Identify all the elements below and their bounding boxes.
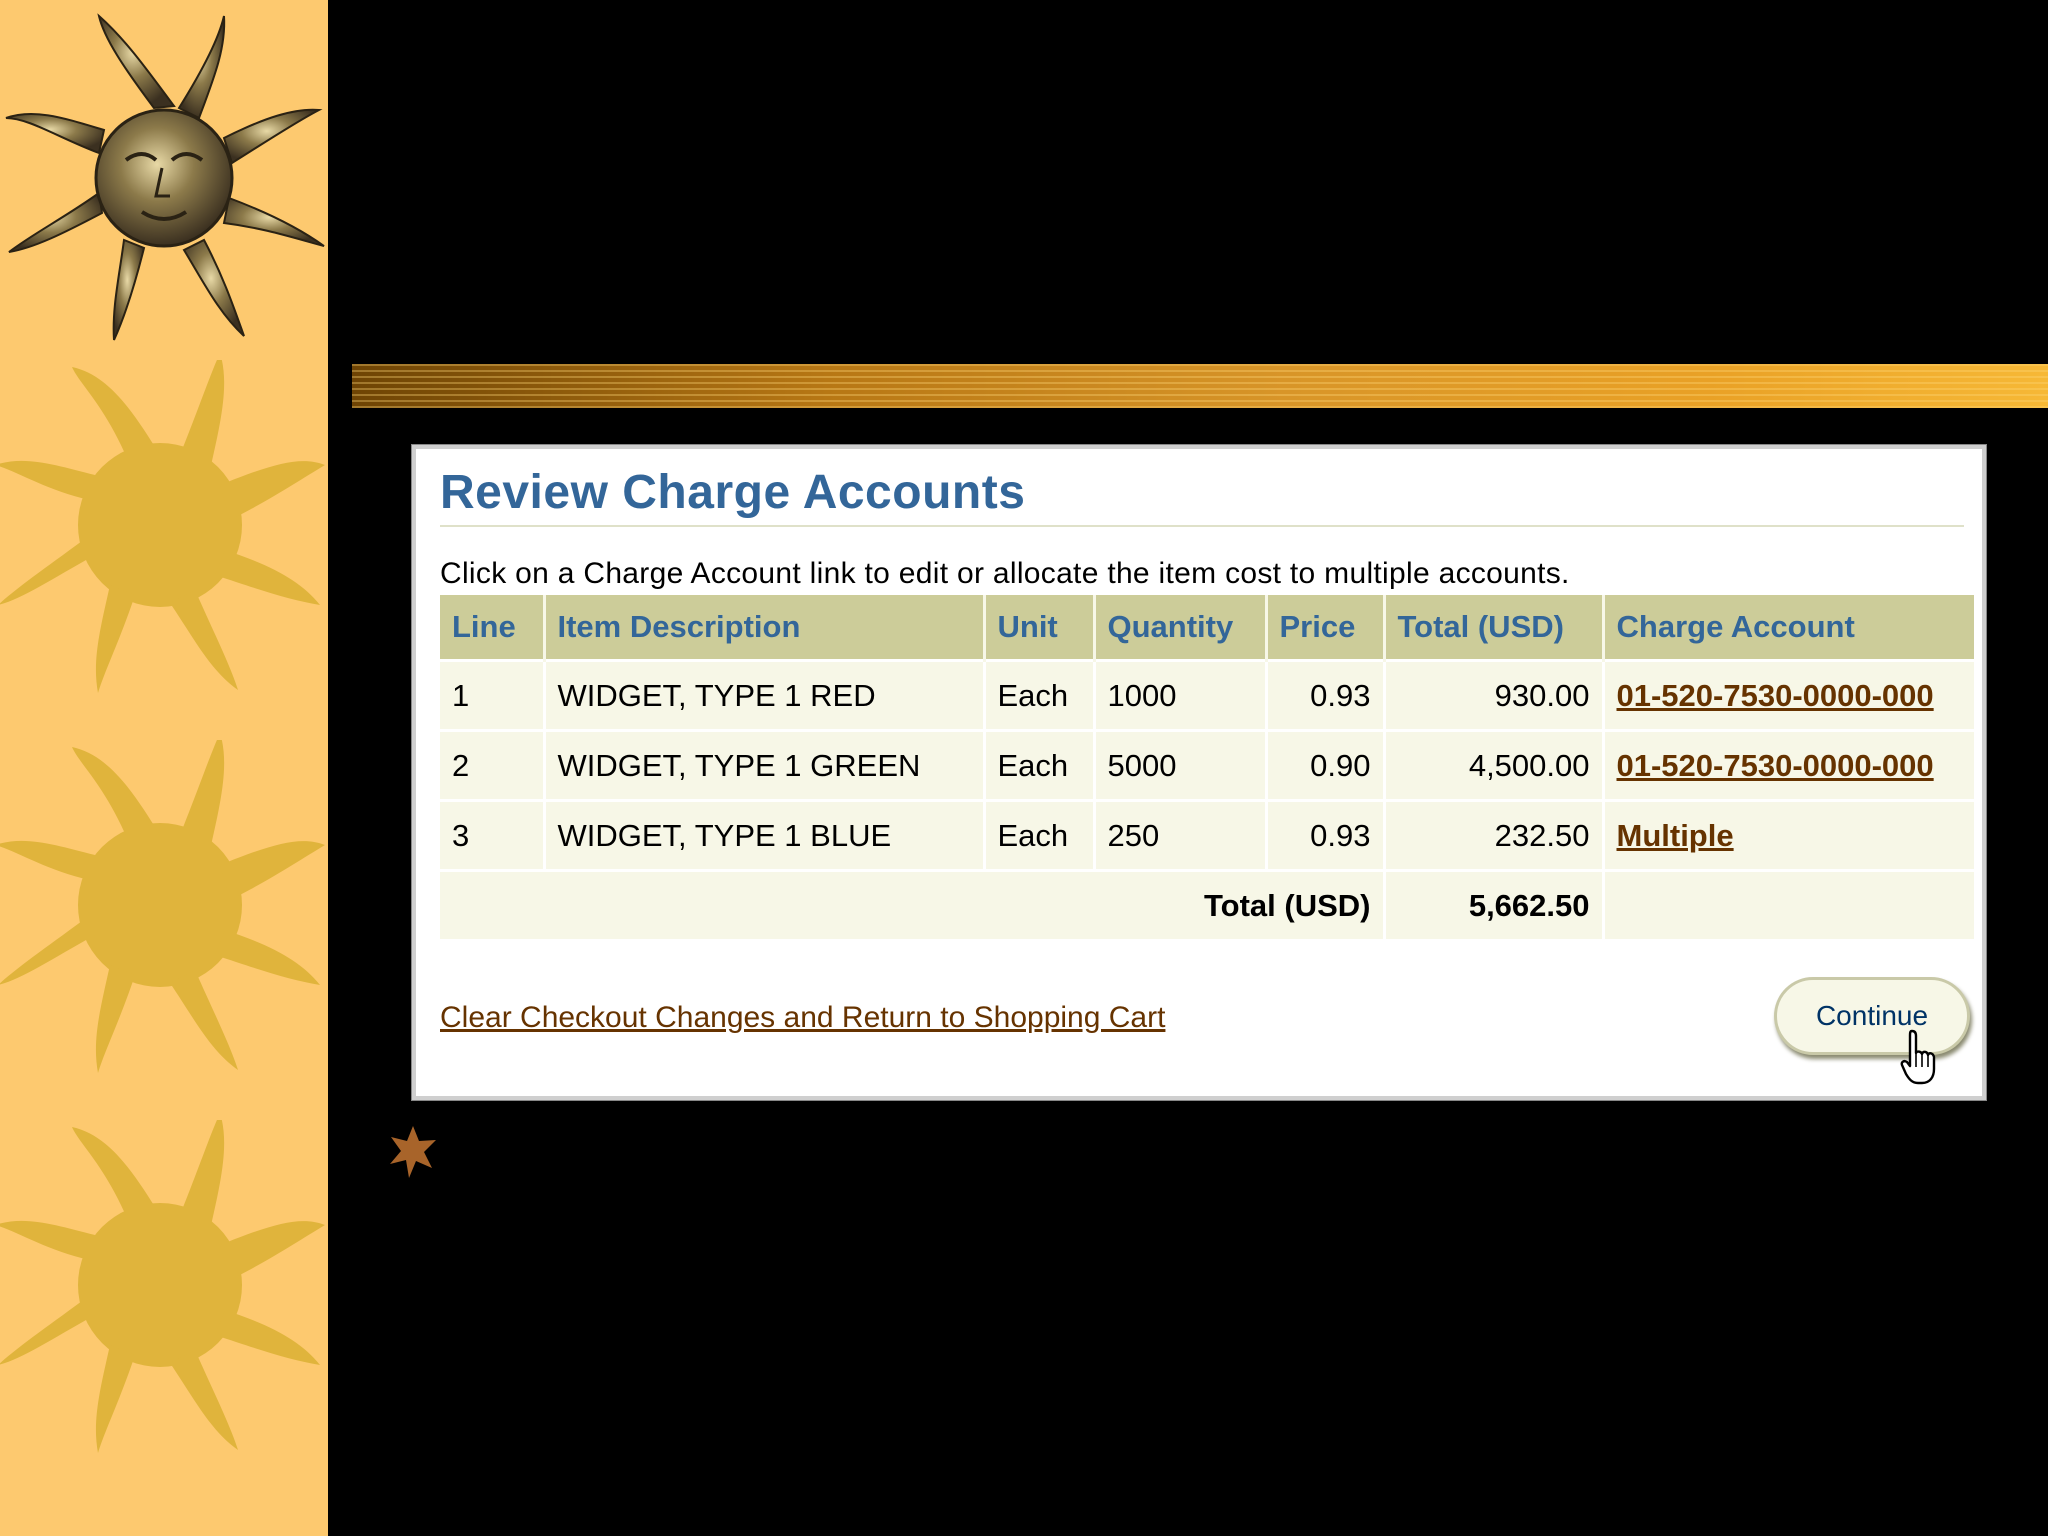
unit-cell: Each [984, 659, 1096, 731]
clear-checkout-link[interactable]: Clear Checkout Changes and Return to Sho… [440, 1001, 1165, 1035]
line-cell: 3 [440, 799, 546, 871]
unit-cell: Each [984, 729, 1096, 801]
title-divider [440, 525, 1964, 527]
quantity-cell: 250 [1094, 799, 1268, 871]
table-row: 1 WIDGET, TYPE 1 RED Each 1000 0.93 930.… [440, 659, 1974, 731]
sun-icon [0, 360, 328, 720]
charge-account-cell: Multiple [1603, 799, 1974, 871]
table-row: 2 WIDGET, TYPE 1 GREEN Each 5000 0.90 4,… [440, 729, 1974, 801]
column-header-line: Line [440, 595, 546, 661]
total-cell: 930.00 [1384, 659, 1605, 731]
column-header-quantity: Quantity [1094, 595, 1268, 661]
total-cell: 232.50 [1384, 799, 1605, 871]
charge-account-link[interactable]: 01-520-7530-0000-000 [1617, 748, 1934, 783]
line-cell: 2 [440, 729, 546, 801]
charge-account-cell: 01-520-7530-0000-000 [1603, 729, 1974, 801]
empty-cell [1603, 869, 1974, 939]
price-cell: 0.90 [1266, 729, 1386, 801]
column-header-price: Price [1266, 595, 1386, 661]
table-row: 3 WIDGET, TYPE 1 BLUE Each 250 0.93 232.… [440, 799, 1974, 871]
column-header-charge-account: Charge Account [1603, 595, 1974, 661]
column-header-unit: Unit [984, 595, 1096, 661]
continue-button[interactable]: Continue [1774, 977, 1970, 1055]
page-title: Review Charge Accounts [440, 466, 1026, 519]
decorative-sidebar [0, 0, 328, 1536]
slide-title-bar [352, 364, 2048, 408]
table-header-row: Line Item Description Unit Quantity Pric… [440, 595, 1974, 661]
quantity-cell: 5000 [1094, 729, 1268, 801]
column-header-total: Total (USD) [1384, 595, 1605, 661]
instructions-text: Click on a Charge Account link to edit o… [440, 557, 1570, 590]
description-cell: WIDGET, TYPE 1 GREEN [544, 729, 986, 801]
description-cell: WIDGET, TYPE 1 BLUE [544, 799, 986, 871]
line-cell: 1 [440, 659, 546, 731]
total-label: Total (USD) [440, 869, 1386, 939]
star-bullet-icon [390, 1126, 436, 1178]
charge-account-cell: 01-520-7530-0000-000 [1603, 659, 1974, 731]
charge-account-link[interactable]: 01-520-7530-0000-000 [1617, 678, 1934, 713]
sun-icon [0, 1120, 328, 1480]
charge-accounts-table: Line Item Description Unit Quantity Pric… [440, 595, 1974, 939]
unit-cell: Each [984, 799, 1096, 871]
description-cell: WIDGET, TYPE 1 RED [544, 659, 986, 731]
sun-icon [0, 740, 328, 1100]
sun-face-icon [0, 0, 328, 360]
total-value: 5,662.50 [1384, 869, 1605, 939]
hand-pointer-cursor [1900, 1029, 1936, 1085]
multiple-accounts-link[interactable]: Multiple [1617, 818, 1734, 853]
quantity-cell: 1000 [1094, 659, 1268, 731]
price-cell: 0.93 [1266, 799, 1386, 871]
total-row: Total (USD) 5,662.50 [440, 869, 1974, 939]
column-header-item-description: Item Description [544, 595, 986, 661]
total-cell: 4,500.00 [1384, 729, 1605, 801]
price-cell: 0.93 [1266, 659, 1386, 731]
review-charge-accounts-panel: Review Charge Accounts Click on a Charge… [411, 444, 1987, 1101]
